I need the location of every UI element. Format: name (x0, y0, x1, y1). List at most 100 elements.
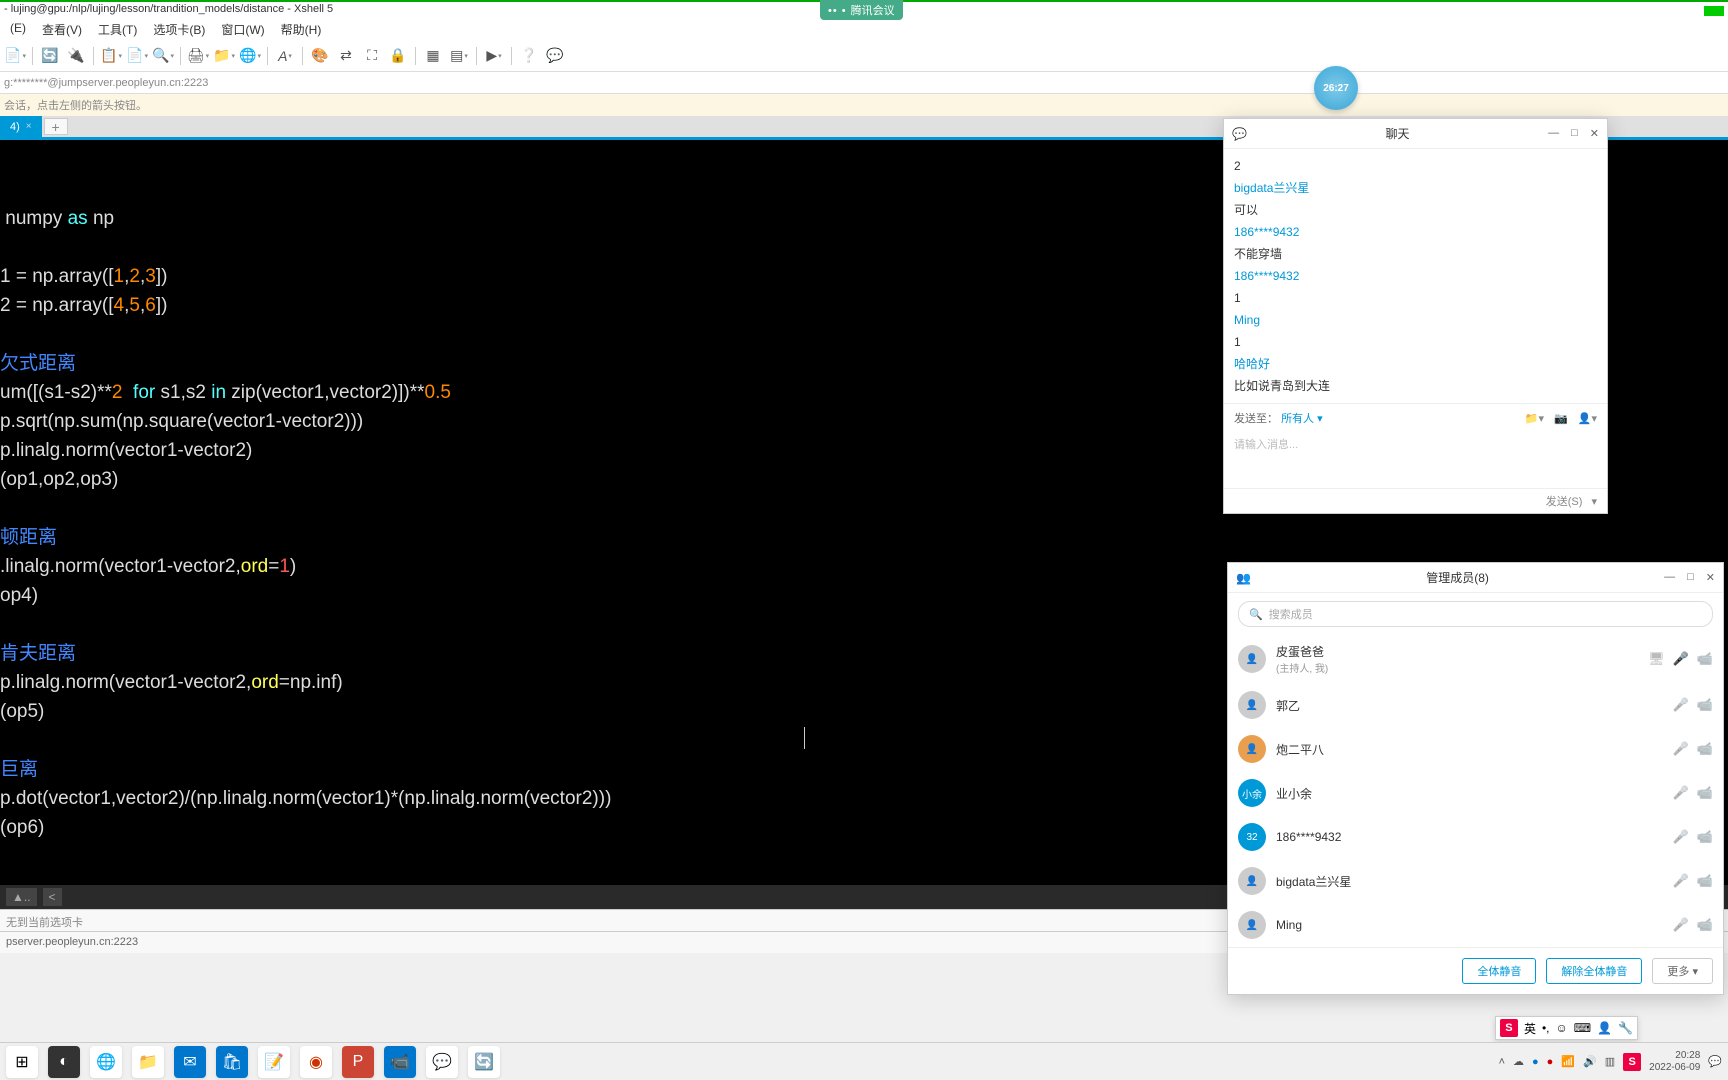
ime-user-icon[interactable]: 👤 (1597, 1021, 1612, 1035)
layout-button[interactable]: ▤ (448, 45, 470, 67)
chat-input[interactable]: 请输入消息... (1224, 432, 1607, 488)
help-button[interactable]: ❔ (518, 45, 540, 67)
ime-toolbar[interactable]: S 英 •, ☺ ⌨ 👤 🔧 (1495, 1016, 1638, 1040)
tray-clock[interactable]: 20:28 2022-06-09 (1649, 1050, 1700, 1074)
task-explorer[interactable]: 📁 (132, 1046, 164, 1078)
folder-icon[interactable]: 📁▾ (1525, 412, 1544, 425)
mute-all-button[interactable]: 全体静音 (1462, 958, 1536, 984)
mic-off-icon[interactable]: 🎤 (1673, 873, 1689, 889)
mic-off-icon[interactable]: 🎤 (1673, 829, 1689, 845)
ime-lang[interactable]: 英 (1524, 1020, 1536, 1037)
mic-on-icon[interactable]: 🎤 (1673, 651, 1689, 667)
globe-button[interactable]: 🌐 (239, 45, 261, 67)
task-wechat[interactable]: 💬 (426, 1046, 458, 1078)
tile-button[interactable]: ▦ (422, 45, 444, 67)
send-dropdown-icon[interactable]: ▾ (1591, 496, 1597, 508)
task-app-3[interactable]: 🔄 (468, 1046, 500, 1078)
screenshot-icon[interactable]: 📷 (1554, 412, 1568, 425)
unmute-all-button[interactable]: 解除全体静音 (1546, 958, 1642, 984)
tray-notif-icon[interactable]: 💬 (1708, 1055, 1722, 1068)
tray-icon[interactable]: ● (1532, 1056, 1539, 1068)
tray-sogou-icon[interactable]: S (1623, 1053, 1641, 1071)
task-editor[interactable]: 📝 (258, 1046, 290, 1078)
menu-edit[interactable]: (E) (2, 18, 34, 40)
ime-keyboard-icon[interactable]: ⌨ (1574, 1021, 1591, 1035)
cam-off-icon[interactable]: 📹 (1697, 651, 1713, 667)
more-button[interactable]: 更多 ▾ (1652, 958, 1713, 984)
mic-off-icon[interactable]: 🎤 (1673, 917, 1689, 933)
reconnect-button[interactable]: 🔄 (39, 45, 61, 67)
paste-button[interactable]: 📄 (126, 45, 148, 67)
task-app-1[interactable]: ◐ (48, 1046, 80, 1078)
tray-icon[interactable]: ▥ (1605, 1055, 1615, 1068)
lock-button[interactable]: 🔒 (387, 45, 409, 67)
print-button[interactable]: 🖨 (187, 45, 209, 67)
menu-help[interactable]: 帮助(H) (273, 18, 330, 40)
fullscreen-button[interactable]: ⛶ (361, 45, 383, 67)
font-button[interactable]: A (274, 45, 296, 67)
member-row[interactable]: 小余业小余🎤📹 (1238, 771, 1713, 815)
member-row[interactable]: 32186****9432🎤📹 (1238, 815, 1713, 859)
mic-off-icon[interactable]: 🎤 (1673, 741, 1689, 757)
script-button[interactable]: ▶ (483, 45, 505, 67)
collapse-icon[interactable]: < (43, 888, 62, 906)
sendto-dropdown[interactable]: 所有人 ▾ (1281, 413, 1323, 425)
member-row[interactable]: 👤bigdata兰兴星🎤📹 (1238, 859, 1713, 903)
task-meeting[interactable]: 📹 (384, 1046, 416, 1078)
mic-off-icon[interactable]: 🎤 (1673, 785, 1689, 801)
start-button[interactable]: ⊞ (6, 1046, 38, 1078)
copy-button[interactable]: 📋 (100, 45, 122, 67)
cam-off-icon[interactable]: 📹 (1697, 917, 1713, 933)
member-row[interactable]: 👤皮蛋爸爸(主持人, 我)🖥🎤📹 (1238, 635, 1713, 683)
disconnect-button[interactable]: 🔌 (65, 45, 87, 67)
find-button[interactable]: 🔍 (152, 45, 174, 67)
new-session-button[interactable]: 📄 (4, 45, 26, 67)
ime-tool-icon[interactable]: 🔧 (1618, 1021, 1633, 1035)
close-icon[interactable]: ✕ (1706, 571, 1715, 584)
menu-tabs[interactable]: 选项卡(B) (145, 18, 213, 40)
menu-view[interactable]: 查看(V) (34, 18, 90, 40)
minimize-icon[interactable]: — (1664, 571, 1675, 584)
cam-off-icon[interactable]: 📹 (1697, 873, 1713, 889)
tray-icon[interactable]: 📶 (1561, 1055, 1575, 1068)
tray-icon[interactable]: ☁ (1513, 1055, 1524, 1068)
maximize-icon[interactable]: □ (1687, 571, 1694, 584)
member-row[interactable]: 👤炮二平八🎤📹 (1238, 727, 1713, 771)
properties-button[interactable]: 📁 (213, 45, 235, 67)
task-browser[interactable]: 🌐 (90, 1046, 122, 1078)
search-members-input[interactable]: 🔍 搜索成员 (1238, 601, 1713, 627)
minimize-icon[interactable]: — (1548, 127, 1559, 140)
session-tab[interactable]: 4) × (0, 116, 42, 137)
sogou-icon[interactable]: S (1500, 1019, 1518, 1037)
ime-punct[interactable]: •, (1542, 1021, 1550, 1035)
screen-icon[interactable]: 🖥 (1648, 651, 1665, 667)
task-mail[interactable]: ✉ (174, 1046, 206, 1078)
tray-up-icon[interactable]: ˄ (1499, 1056, 1505, 1068)
person-icon[interactable]: 👤▾ (1578, 412, 1597, 425)
ime-emoji[interactable]: ☺ (1556, 1021, 1568, 1035)
menu-tools[interactable]: 工具(T) (90, 18, 145, 40)
cam-off-icon[interactable]: 📹 (1697, 785, 1713, 801)
cam-off-icon[interactable]: 📹 (1697, 697, 1713, 713)
chat-icon[interactable]: 💬 (544, 45, 566, 67)
arrows-button[interactable]: ⇄ (335, 45, 357, 67)
menu-window[interactable]: 窗口(W) (213, 18, 272, 40)
close-icon[interactable]: ✕ (1590, 127, 1599, 140)
tray-icon[interactable]: ● (1547, 1056, 1554, 1068)
maximize-icon[interactable]: □ (1571, 127, 1578, 140)
task-app-2[interactable]: ◉ (300, 1046, 332, 1078)
tray-volume-icon[interactable]: 🔊 (1583, 1055, 1597, 1068)
add-tab-button[interactable]: + (44, 118, 68, 135)
cam-off-icon[interactable]: 📹 (1697, 741, 1713, 757)
color-button[interactable]: 🎨 (309, 45, 331, 67)
send-button[interactable]: 发送(S) (1546, 496, 1583, 508)
member-row[interactable]: 👤郭乙🎤📹 (1238, 683, 1713, 727)
meeting-timer[interactable]: 26:27 (1314, 66, 1358, 110)
close-tab-icon[interactable]: × (26, 121, 32, 132)
task-store[interactable]: 🛍 (216, 1046, 248, 1078)
task-powerpoint[interactable]: P (342, 1046, 374, 1078)
mic-off-icon[interactable]: 🎤 (1673, 697, 1689, 713)
member-row[interactable]: 👤Ming🎤📹 (1238, 903, 1713, 947)
cam-off-icon[interactable]: 📹 (1697, 829, 1713, 845)
meeting-badge[interactable]: 腾讯会议 (820, 0, 903, 20)
